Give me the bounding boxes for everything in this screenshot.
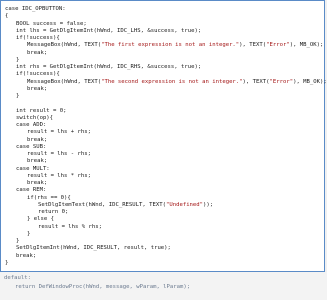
code-line: break; [27,85,48,92]
code-line: MessageBox(hWnd, TEXT("The second expres… [27,78,327,85]
code-line: break; [16,252,37,259]
code-line: { [5,13,9,20]
code-line: MessageBox(hWnd, TEXT("The first express… [27,42,324,49]
below-line: return DefWindowProc(hWnd, message, wPar… [15,284,191,290]
code-line: } [16,93,20,99]
below-line: default: [4,275,31,281]
code-below-selection[interactable]: default: return DefWindowProc(hWnd, messa… [0,272,327,300]
code-editor-selection[interactable]: case IDC_OPBUTTON:{BOOL success = false;… [0,0,327,272]
code-line: case IDC_OPBUTTON: [5,6,66,12]
code-line: } [5,259,9,266]
code-line: result = lhs % rhs; [38,223,102,230]
code-line: } [27,230,31,237]
code-line: SetDlgItemInt(hWnd, IDC_RESULT, result, … [16,245,171,252]
code-line: break; [27,49,48,56]
